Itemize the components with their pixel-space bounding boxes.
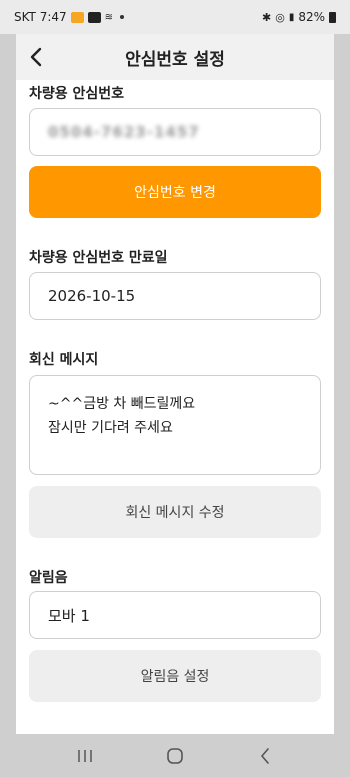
safe-number-value: 0504-7623-1457 — [48, 123, 200, 141]
back-button[interactable] — [22, 43, 50, 71]
home-button[interactable] — [155, 741, 195, 771]
set-ringtone-button[interactable]: 알림음 설정 — [29, 650, 321, 702]
back-nav-icon — [261, 747, 269, 764]
status-right: ✱ ◎ ▮ 82% — [262, 10, 336, 24]
expiry-label: 차량용 안심번호 만료일 — [29, 250, 168, 266]
ringtone-value: 모바 1 — [48, 606, 90, 625]
edit-reply-button[interactable]: 회신 메시지 수정 — [29, 486, 321, 538]
hotspot-icon: ◎ — [275, 10, 285, 24]
safe-number-field: 0504-7623-1457 — [29, 108, 321, 156]
carrier-time: SKT 7:47 — [14, 10, 67, 24]
battery-icon — [329, 11, 336, 23]
header: 안심번호 설정 — [16, 34, 334, 80]
status-bar: SKT 7:47 ≋ ✱ ◎ ▮ 82% — [0, 0, 350, 34]
back-nav-button[interactable] — [245, 741, 285, 771]
expiry-field: 2026-10-15 — [29, 272, 321, 320]
reply-label: 회신 메시지 — [29, 352, 99, 368]
settings-card: 안심번호 설정 차량용 안심번호 0504-7623-1457 안심번호 변경 … — [16, 34, 334, 734]
status-left: SKT 7:47 ≋ — [14, 10, 125, 24]
safe-number-label: 차량용 안심번호 — [29, 86, 125, 102]
signal-icon: ▮ — [288, 11, 295, 23]
change-safe-number-button[interactable]: 안심번호 변경 — [29, 166, 321, 218]
page-title: 안심번호 설정 — [125, 49, 225, 70]
reply-line-2: 잠시만 기다려 주세요 — [48, 420, 173, 436]
bluetooth-icon: ✱ — [261, 10, 272, 24]
ringtone-label: 알림음 — [29, 570, 68, 586]
battery-percent: 82% — [298, 10, 325, 24]
chevron-left-icon — [30, 47, 42, 67]
ringtone-field: 모바 1 — [29, 591, 321, 639]
more-notifications-icon — [120, 15, 125, 19]
expiry-value: 2026-10-15 — [48, 287, 136, 305]
recent-apps-button[interactable] — [65, 741, 105, 771]
home-icon — [167, 747, 183, 764]
recent-apps-icon — [78, 749, 92, 762]
notification-app-icon — [70, 11, 84, 23]
wave-icon: ≋ — [104, 11, 114, 23]
reply-message-box: ~^^금방 차 빼드릴께요 잠시만 기다려 주세요 — [29, 375, 321, 475]
reply-line-1: ~^^금방 차 빼드릴께요 — [48, 396, 196, 412]
gallery-icon — [87, 11, 101, 23]
system-nav-bar — [0, 734, 350, 777]
